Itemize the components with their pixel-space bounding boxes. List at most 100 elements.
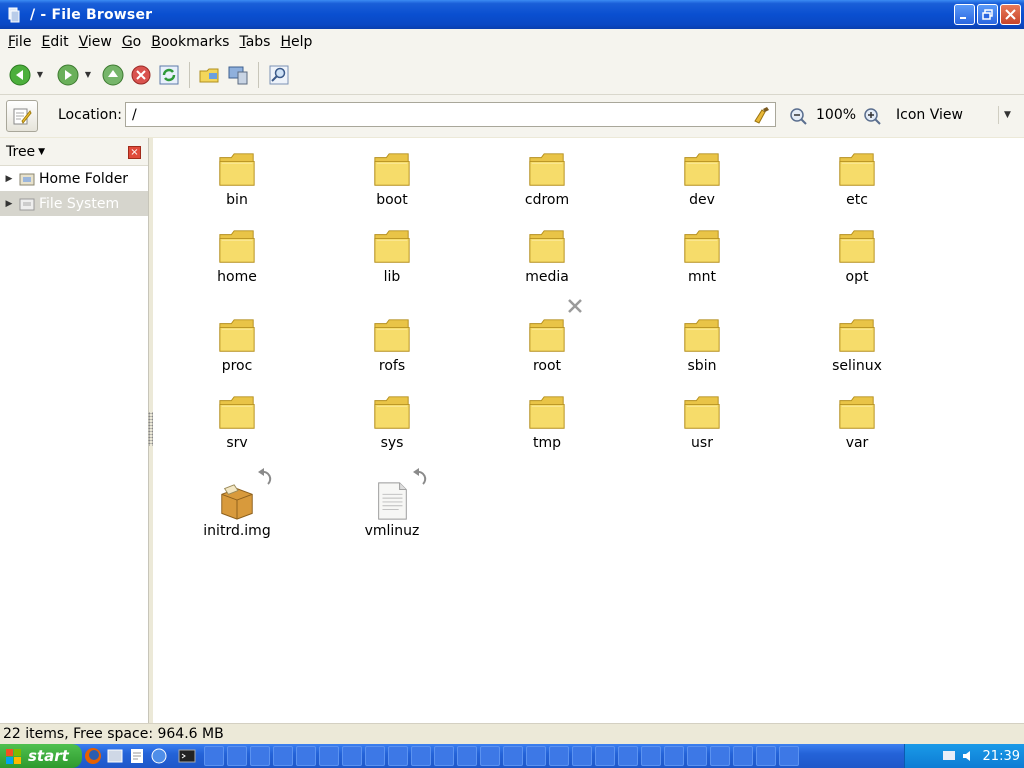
forward-history-dropdown[interactable]: ▼: [82, 61, 94, 89]
menu-go[interactable]: Go: [117, 34, 146, 50]
file-item[interactable]: root: [492, 298, 602, 375]
taskbar-window-button[interactable]: [571, 746, 592, 766]
taskbar-window-button[interactable]: [249, 746, 270, 766]
file-item[interactable]: rofs: [337, 316, 447, 375]
close-button[interactable]: [1000, 4, 1021, 25]
taskbar-window-button[interactable]: [732, 746, 753, 766]
taskbar-window-button[interactable]: [318, 746, 339, 766]
chevron-down-icon: ▼: [38, 146, 46, 157]
search-button[interactable]: [265, 61, 293, 89]
forward-button[interactable]: [54, 61, 82, 89]
file-item[interactable]: etc: [802, 150, 912, 209]
home-button[interactable]: [196, 61, 224, 89]
file-item[interactable]: vmlinuz: [337, 468, 447, 540]
taskbar-window-button[interactable]: [502, 746, 523, 766]
editor-icon: [131, 749, 143, 763]
sidebar-close-button[interactable]: ×: [128, 146, 141, 159]
file-item[interactable]: sbin: [647, 316, 757, 375]
file-item[interactable]: opt: [802, 227, 912, 286]
file-item[interactable]: lib: [337, 227, 447, 286]
reload-button[interactable]: [155, 61, 183, 89]
browser-launcher[interactable]: [149, 746, 169, 766]
taskbar-window-button[interactable]: [594, 746, 615, 766]
zoom-in-icon[interactable]: [862, 106, 882, 126]
file-item[interactable]: tmp: [492, 393, 602, 452]
file-item[interactable]: usr: [647, 393, 757, 452]
taskbar-window-button[interactable]: [479, 746, 500, 766]
editor-launcher[interactable]: [127, 746, 147, 766]
up-button[interactable]: [99, 61, 127, 89]
file-view[interactable]: bin boot cdrom dev etc home lib media mnt opt proc…: [153, 138, 1024, 723]
firefox-launcher[interactable]: [83, 746, 103, 766]
taskbar-window-button[interactable]: [663, 746, 684, 766]
menu-file[interactable]: File: [3, 34, 36, 50]
file-item[interactable]: bin: [182, 150, 292, 209]
volume-icon[interactable]: [961, 748, 977, 764]
expander-icon[interactable]: ▶: [2, 199, 16, 209]
back-history-dropdown[interactable]: ▼: [34, 61, 46, 89]
file-manager-launcher[interactable]: [105, 746, 125, 766]
file-item[interactable]: cdrom: [492, 150, 602, 209]
taskbar-window-button[interactable]: [548, 746, 569, 766]
taskbar-window-button[interactable]: [617, 746, 638, 766]
file-item[interactable]: home: [182, 227, 292, 286]
file-item[interactable]: selinux: [802, 316, 912, 375]
zoom-level[interactable]: 100%: [816, 107, 856, 123]
maximize-button[interactable]: [977, 4, 998, 25]
taskbar-window-button[interactable]: [686, 746, 707, 766]
unreadable-emblem-icon: [567, 298, 583, 314]
taskbar-window-button[interactable]: [525, 746, 546, 766]
taskbar-window-button[interactable]: [433, 746, 454, 766]
menu-help[interactable]: Help: [275, 34, 317, 50]
file-item[interactable]: sys: [337, 393, 447, 452]
file-item[interactable]: media: [492, 227, 602, 286]
back-icon: [9, 64, 31, 85]
taskbar-window-button[interactable]: [709, 746, 730, 766]
folder-icon: [839, 319, 875, 352]
computer-button[interactable]: [224, 61, 252, 89]
menu-view[interactable]: View: [74, 34, 117, 50]
tree-item-file-system[interactable]: ▶ File System: [0, 191, 148, 216]
network-icon[interactable]: [941, 748, 957, 764]
back-button[interactable]: [6, 61, 34, 89]
file-item[interactable]: mnt: [647, 227, 757, 286]
menu-bookmarks[interactable]: Bookmarks: [146, 34, 234, 50]
taskbar-window-button[interactable]: [226, 746, 247, 766]
taskbar-window-button[interactable]: [778, 746, 799, 766]
taskbar-window-button[interactable]: [387, 746, 408, 766]
clear-icon[interactable]: [752, 106, 772, 124]
home-folder-icon: [199, 68, 219, 82]
file-item[interactable]: var: [802, 393, 912, 452]
file-name: vmlinuz: [364, 523, 420, 539]
menu-tabs[interactable]: Tabs: [234, 34, 275, 50]
file-item[interactable]: dev: [647, 150, 757, 209]
stop-button[interactable]: [127, 61, 155, 89]
menu-edit[interactable]: Edit: [36, 34, 73, 50]
sidebar-pane-selector[interactable]: Tree ▼: [0, 138, 148, 166]
taskbar-window-button[interactable]: [755, 746, 776, 766]
taskbar-window-button[interactable]: [456, 746, 477, 766]
location-mode-toggle[interactable]: [6, 100, 38, 132]
file-item[interactable]: initrd.img: [182, 468, 292, 540]
taskbar-window-button[interactable]: [295, 746, 316, 766]
taskbar-window-button[interactable]: [272, 746, 293, 766]
file-item[interactable]: boot: [337, 150, 447, 209]
taskbar-window-button[interactable]: [364, 746, 385, 766]
expander-icon[interactable]: ▶: [2, 174, 16, 184]
taskbar-window-button[interactable]: [410, 746, 431, 766]
zoom-out-icon[interactable]: [788, 106, 808, 126]
taskbar-window-button[interactable]: [640, 746, 661, 766]
file-item[interactable]: srv: [182, 393, 292, 452]
title-bar[interactable]: / - File Browser: [0, 0, 1024, 29]
location-input[interactable]: [125, 102, 776, 127]
clock[interactable]: 21:39: [983, 749, 1020, 764]
terminal-launcher[interactable]: [177, 746, 197, 766]
tree-item-home-folder[interactable]: ▶ Home Folder: [0, 166, 148, 191]
taskbar-window-button[interactable]: [203, 746, 224, 766]
minimize-button[interactable]: [954, 4, 975, 25]
file-item[interactable]: proc: [182, 316, 292, 375]
terminal-icon: [178, 749, 196, 763]
view-mode-select[interactable]: Icon View ▼: [890, 101, 1020, 129]
start-button[interactable]: start: [0, 744, 82, 768]
taskbar-window-button[interactable]: [341, 746, 362, 766]
